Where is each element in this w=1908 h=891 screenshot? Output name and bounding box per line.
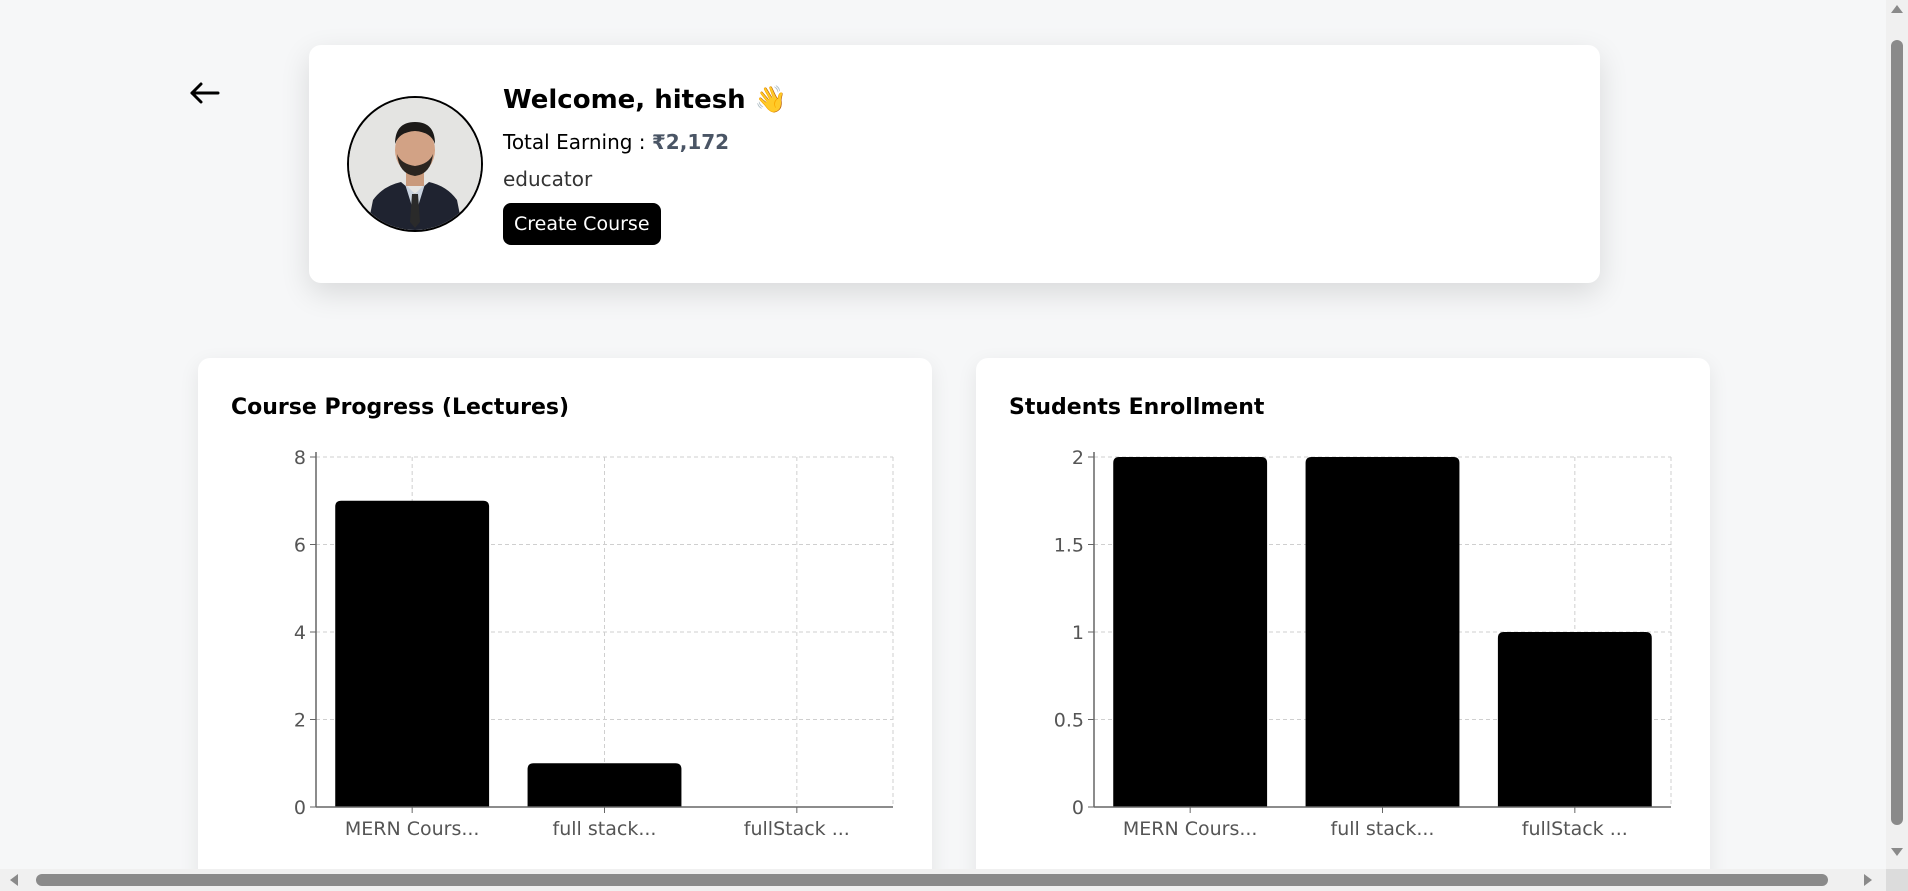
- bar: [527, 763, 682, 807]
- y-tick-label: 2: [1072, 447, 1084, 469]
- students-enrollment-chart: 0 0.5 1 1.5 2 MERN Cours... full stack... fullS…: [1054, 447, 1672, 840]
- scroll-down-icon[interactable]: [1891, 848, 1903, 856]
- y-tick-label: 2: [294, 710, 306, 732]
- y-tick-label: 0: [294, 797, 306, 819]
- vertical-scrollbar[interactable]: [1886, 0, 1908, 869]
- x-tick-label: full stack...: [1331, 818, 1435, 840]
- back-arrow-icon[interactable]: [184, 72, 224, 112]
- avatar: [347, 96, 483, 232]
- scroll-up-icon[interactable]: [1891, 5, 1903, 13]
- bar: [335, 500, 490, 807]
- scroll-right-icon[interactable]: [1864, 874, 1872, 886]
- total-earning-label: Total Earning :: [503, 130, 652, 154]
- bar: [1305, 457, 1460, 807]
- y-tick-label: 0: [1072, 797, 1084, 819]
- total-earning: Total Earning : ₹2,172: [503, 130, 729, 154]
- y-tick-label: 1.5: [1054, 535, 1084, 557]
- y-tick-label: 0.5: [1054, 710, 1084, 732]
- bar: [1497, 632, 1652, 807]
- scrollbar-corner: [1886, 869, 1908, 891]
- vertical-scroll-thumb[interactable]: [1891, 40, 1903, 825]
- x-tick-label: fullStack ...: [744, 818, 850, 840]
- user-photo-icon: [349, 98, 481, 230]
- x-tick-label: MERN Cours...: [1123, 818, 1258, 840]
- x-tick-label: full stack...: [553, 818, 657, 840]
- y-tick-label: 4: [294, 622, 306, 644]
- welcome-heading: Welcome, hitesh 👋: [503, 85, 788, 115]
- bar: [1113, 457, 1268, 807]
- course-progress-card: Course Progress (Lectures) 0 2 4 6 8 MERN Cou…: [198, 358, 932, 869]
- user-role: educator: [503, 167, 593, 191]
- students-enrollment-card: Students Enrollment 0 0.5 1 1.5 2 MERN Cours.…: [976, 358, 1710, 869]
- y-tick-label: 8: [294, 447, 306, 469]
- x-tick-label: MERN Cours...: [345, 818, 480, 840]
- create-course-button[interactable]: Create Course: [503, 203, 661, 245]
- x-tick-label: fullStack ...: [1522, 818, 1628, 840]
- profile-card: Welcome, hitesh 👋 Total Earning : ₹2,172…: [309, 45, 1600, 283]
- total-earning-value: ₹2,172: [651, 130, 730, 154]
- course-progress-chart: 0 2 4 6 8 MERN Cours... full stack... fullStack…: [294, 447, 894, 840]
- horizontal-scrollbar[interactable]: [0, 869, 1886, 891]
- y-tick-label: 6: [294, 535, 306, 557]
- y-tick-label: 1: [1072, 622, 1084, 644]
- scroll-left-icon[interactable]: [10, 874, 18, 886]
- horizontal-scroll-thumb[interactable]: [36, 874, 1828, 886]
- dashboard-viewport: Welcome, hitesh 👋 Total Earning : ₹2,172…: [0, 0, 1886, 869]
